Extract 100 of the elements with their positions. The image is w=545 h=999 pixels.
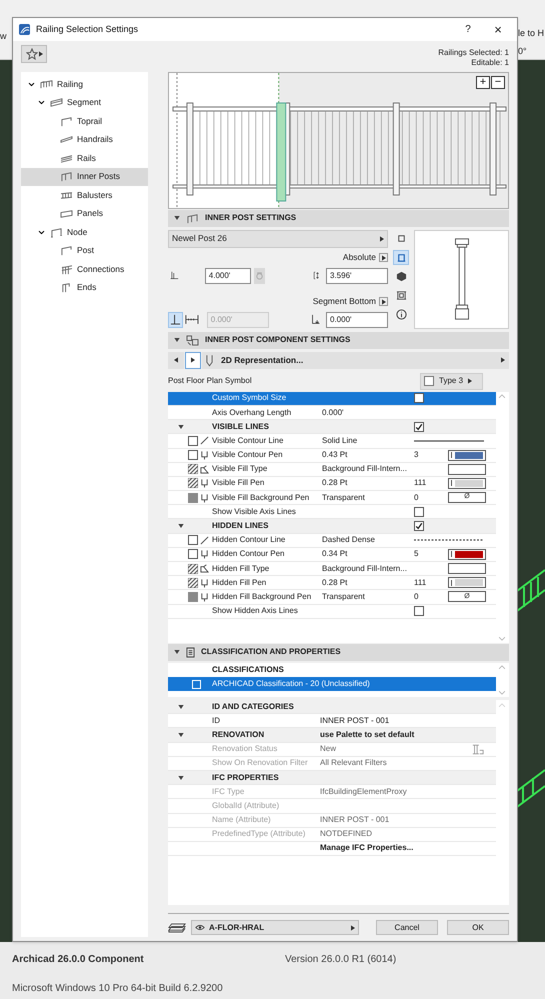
symbol-type-button[interactable]: Type 3 bbox=[420, 372, 483, 390]
height-mode-button[interactable]: Absolute bbox=[342, 251, 388, 264]
group-value: use Palette to set default bbox=[320, 728, 416, 741]
pen-color-swatch[interactable] bbox=[448, 548, 486, 560]
checkbox[interactable] bbox=[414, 422, 424, 432]
zoom-button[interactable]: − bbox=[491, 76, 505, 89]
caret-right-icon bbox=[351, 924, 355, 930]
parameter-row[interactable]: Custom Symbol Size bbox=[168, 392, 496, 406]
offset-mode-button[interactable]: Segment Bottom bbox=[312, 295, 388, 308]
parameter-row[interactable]: Hidden Fill Type Background Fill-Intern... bbox=[168, 562, 496, 576]
checkbox[interactable] bbox=[414, 606, 424, 616]
layer-dropdown[interactable]: A-FLOR-HRAL bbox=[191, 920, 359, 935]
checkbox[interactable] bbox=[188, 436, 198, 446]
property-value: NOTDEFINED bbox=[320, 828, 373, 840]
pen-color-swatch[interactable] bbox=[448, 577, 486, 588]
checkbox[interactable] bbox=[188, 549, 198, 560]
parameter-row[interactable]: Show Hidden Axis Lines bbox=[168, 604, 496, 619]
property-value: All Relevant Filters bbox=[320, 757, 388, 770]
section-header[interactable]: INNER POST SETTINGS bbox=[168, 210, 509, 227]
selection-info: Railings Selected: 1 bbox=[438, 48, 509, 58]
post-icon bbox=[60, 171, 73, 182]
property-group-row[interactable]: IFC PROPERTIES bbox=[168, 770, 496, 786]
caret-down-icon bbox=[178, 776, 184, 780]
hatch-icon bbox=[188, 564, 198, 574]
fill-swatch[interactable] bbox=[448, 464, 486, 475]
version-label: Version 26.0.0 R1 (6014) bbox=[285, 953, 396, 967]
parameter-label: Show Visible Axis Lines bbox=[212, 506, 297, 518]
checkbox[interactable] bbox=[414, 506, 424, 517]
toolbar-label: w bbox=[0, 30, 6, 43]
property-group-row[interactable]: ID AND CATEGORIES bbox=[168, 700, 496, 714]
parameter-label: Visible Fill Pen bbox=[212, 477, 266, 490]
parameter-row[interactable]: Visible Contour Line Solid Line bbox=[168, 434, 496, 449]
parameter-label: Hidden Contour Line bbox=[212, 534, 286, 546]
window-title: Railing Selection Settings bbox=[36, 22, 140, 36]
parameter-row[interactable]: Hidden Contour Line Dashed Dense bbox=[168, 534, 496, 548]
dialog-button[interactable]: Cancel bbox=[376, 920, 438, 935]
post-type-dropdown[interactable]: Newel Post 26 bbox=[168, 230, 388, 248]
caret-down-icon bbox=[174, 650, 180, 654]
renovation-icon[interactable] bbox=[472, 744, 484, 755]
group-heading: ID AND CATEGORIES bbox=[212, 700, 295, 713]
next-page-button[interactable] bbox=[185, 352, 201, 369]
checkbox[interactable] bbox=[414, 521, 424, 532]
section-header[interactable]: INNER POST COMPONENT SETTINGS bbox=[168, 332, 509, 349]
parameter-value: Background Fill-Intern... bbox=[322, 562, 408, 575]
close-button[interactable]: × bbox=[485, 20, 511, 40]
parameter-row[interactable]: Hidden Contour Pen 0.34 Pt 5 bbox=[168, 548, 496, 562]
rail-icon bbox=[60, 116, 73, 127]
bottom-offset-icon bbox=[310, 313, 320, 326]
parameter-label: Hidden Fill Background Pen bbox=[212, 590, 312, 603]
railing-icon bbox=[40, 78, 53, 90]
fill-swatch[interactable] bbox=[448, 563, 486, 574]
parameter-label: Hidden Contour Pen bbox=[212, 548, 286, 560]
layers-icon[interactable] bbox=[168, 922, 186, 933]
parameter-row[interactable]: Hidden Fill Pen 0.28 Pt 111 bbox=[168, 576, 496, 590]
caret-right-icon bbox=[382, 298, 386, 305]
checkbox[interactable] bbox=[414, 393, 424, 404]
page-dropdown[interactable]: 2D Representation... bbox=[202, 352, 509, 369]
property-label: Renovation Status bbox=[212, 743, 278, 756]
caret-down-icon bbox=[174, 338, 180, 342]
property-group-row[interactable]: RENOVATION use Palette to set default bbox=[168, 728, 496, 743]
dialog-button[interactable]: OK bbox=[447, 920, 509, 935]
parameter-label: Visible Fill Type bbox=[212, 463, 268, 476]
favorites-button[interactable] bbox=[21, 45, 47, 63]
section-header[interactable]: CLASSIFICATION AND PROPERTIES bbox=[168, 644, 509, 661]
view-button[interactable] bbox=[393, 250, 409, 265]
align-left-button[interactable] bbox=[168, 312, 183, 328]
dimension-icon bbox=[184, 314, 199, 326]
parameter-value: 0.000' bbox=[322, 406, 345, 419]
pen-icon bbox=[200, 478, 209, 488]
eye-icon bbox=[195, 924, 205, 931]
pen-number: 3 bbox=[414, 449, 420, 462]
frame-icon bbox=[396, 290, 406, 301]
parameter-row[interactable]: Visible Fill Type Background Fill-Intern... bbox=[168, 462, 496, 477]
checkbox[interactable] bbox=[188, 535, 198, 546]
zoom-button[interactable]: + bbox=[476, 76, 490, 89]
property-label: Name (Attribute) bbox=[212, 814, 272, 826]
help-button[interactable]: ? bbox=[457, 22, 479, 37]
checkbox[interactable] bbox=[188, 450, 198, 460]
offset-field[interactable]: 0.000' bbox=[326, 312, 388, 328]
parameter-row[interactable]: VISIBLE LINES bbox=[168, 420, 496, 434]
height-field[interactable]: 4.000' bbox=[204, 268, 251, 284]
product-name: Archicad 26.0.0 Component bbox=[12, 953, 145, 967]
parameter-row[interactable]: Visible Fill Pen 0.28 Pt 111 bbox=[168, 476, 496, 492]
fill-icon bbox=[200, 564, 209, 574]
tree-item[interactable]: Inner Posts bbox=[21, 168, 148, 186]
property-label: Show On Renovation Filter bbox=[212, 757, 309, 770]
previous-page-button[interactable] bbox=[168, 352, 184, 369]
pen-color-swatch[interactable] bbox=[448, 450, 486, 461]
parameter-row[interactable]: Visible Contour Pen 0.43 Pt 3 bbox=[168, 448, 496, 463]
parameter-row[interactable]: HIDDEN LINES bbox=[168, 519, 496, 534]
pen-color-swatch[interactable] bbox=[448, 478, 486, 489]
manage-properties-link[interactable]: Manage IFC Properties... bbox=[320, 842, 496, 854]
toolbar-label: 0° bbox=[518, 44, 527, 58]
classification-row[interactable]: ARCHICAD Classification - 20 (Unclassified) bbox=[168, 677, 496, 692]
pen-number: 111 bbox=[414, 576, 428, 589]
hatch-icon bbox=[188, 464, 198, 474]
caret-down-icon bbox=[178, 704, 184, 709]
parameter-row[interactable]: Show Visible Axis Lines bbox=[168, 505, 496, 520]
top-height-field[interactable]: 3.596' bbox=[326, 268, 388, 284]
hatch-icon bbox=[188, 578, 198, 588]
